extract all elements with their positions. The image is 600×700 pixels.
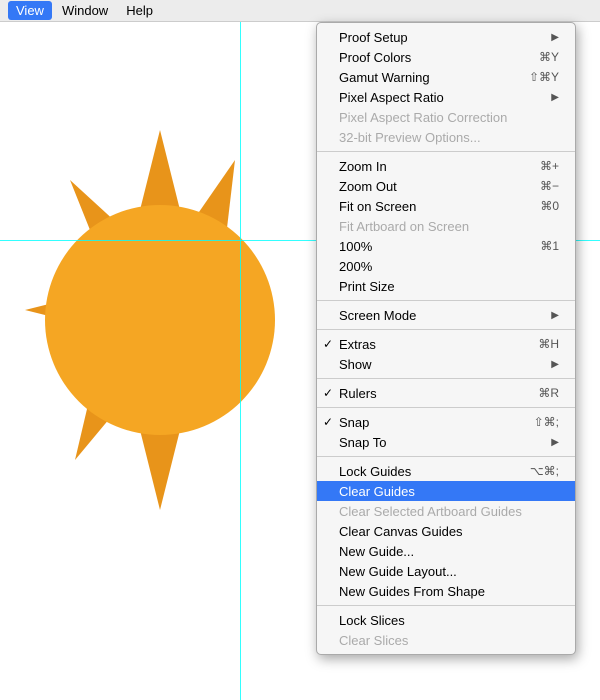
menu-item-fit-artboard-label: Fit Artboard on Screen	[339, 219, 469, 234]
menubar-help[interactable]: Help	[118, 1, 161, 20]
menu-item-lock-slices-label: Lock Slices	[339, 613, 405, 628]
menu-item-fit-artboard: Fit Artboard on Screen	[317, 216, 575, 236]
menu-item-pixel-aspect-ratio-label: Pixel Aspect Ratio	[339, 90, 444, 105]
menu-item-gamut-warning[interactable]: Gamut Warning ⇧⌘Y	[317, 67, 575, 87]
menu-item-show-arrow: ▶	[551, 359, 559, 370]
menu-item-proof-colors-label: Proof Colors	[339, 50, 411, 65]
separator-4	[317, 378, 575, 379]
menubar-window[interactable]: Window	[54, 1, 116, 20]
menu-item-extras[interactable]: Extras ⌘H	[317, 334, 575, 354]
menu-item-32bit-preview-label: 32-bit Preview Options...	[339, 130, 481, 145]
menu-item-show[interactable]: Show ▶	[317, 354, 575, 374]
menu-item-rulers-shortcut: ⌘R	[538, 386, 559, 400]
menu-item-clear-guides[interactable]: Clear Guides	[317, 481, 575, 501]
menu-item-200pct-label: 200%	[339, 259, 372, 274]
separator-5	[317, 407, 575, 408]
menu-item-new-guide-layout-label: New Guide Layout...	[339, 564, 457, 579]
menu-item-clear-selected-artboard-guides-label: Clear Selected Artboard Guides	[339, 504, 522, 519]
separator-6	[317, 456, 575, 457]
menubar-view[interactable]: View	[8, 1, 52, 20]
menu-item-new-guides-from-shape[interactable]: New Guides From Shape	[317, 581, 575, 601]
menu-item-fit-on-screen-label: Fit on Screen	[339, 199, 416, 214]
menu-item-extras-label: Extras	[339, 337, 376, 352]
menu-item-lock-guides[interactable]: Lock Guides ⌥⌘;	[317, 461, 575, 481]
menubar: View Window Help	[0, 0, 600, 22]
menu-item-zoom-out-label: Zoom Out	[339, 179, 397, 194]
menu-item-zoom-in-label: Zoom In	[339, 159, 387, 174]
menu-item-show-label: Show	[339, 357, 372, 372]
menu-item-zoom-in-shortcut: ⌘+	[540, 159, 559, 173]
menu-item-snap-shortcut: ⇧⌘;	[534, 415, 559, 429]
menu-item-clear-selected-artboard-guides: Clear Selected Artboard Guides	[317, 501, 575, 521]
vertical-guide	[240, 22, 241, 700]
menu-item-screen-mode[interactable]: Screen Mode ▶	[317, 305, 575, 325]
menu-item-proof-setup[interactable]: Proof Setup ▶	[317, 27, 575, 47]
separator-7	[317, 605, 575, 606]
menu-item-zoom-in[interactable]: Zoom In ⌘+	[317, 156, 575, 176]
menu-item-lock-guides-label: Lock Guides	[339, 464, 411, 479]
menu-item-rulers[interactable]: Rulers ⌘R	[317, 383, 575, 403]
menu-item-pixel-aspect-ratio-correction-label: Pixel Aspect Ratio Correction	[339, 110, 507, 125]
menu-item-extras-shortcut: ⌘H	[538, 337, 559, 351]
menu-item-fit-on-screen[interactable]: Fit on Screen ⌘0	[317, 196, 575, 216]
separator-3	[317, 329, 575, 330]
menu-item-100pct-shortcut: ⌘1	[540, 239, 559, 253]
view-dropdown-menu: Proof Setup ▶ Proof Colors ⌘Y Gamut Warn…	[316, 22, 576, 655]
separator-2	[317, 300, 575, 301]
menu-item-lock-guides-shortcut: ⌥⌘;	[530, 464, 559, 478]
menu-item-print-size-label: Print Size	[339, 279, 395, 294]
menu-item-rulers-label: Rulers	[339, 386, 377, 401]
menu-item-print-size[interactable]: Print Size	[317, 276, 575, 296]
menu-item-lock-slices[interactable]: Lock Slices	[317, 610, 575, 630]
menu-item-new-guide-label: New Guide...	[339, 544, 414, 559]
menu-item-proof-colors-shortcut: ⌘Y	[539, 50, 559, 64]
menu-item-zoom-out-shortcut: ⌘−	[540, 179, 559, 193]
menu-item-snap-to[interactable]: Snap To ▶	[317, 432, 575, 452]
menu-item-proof-setup-arrow: ▶	[551, 32, 559, 43]
menu-item-snap-to-arrow: ▶	[551, 437, 559, 448]
menu-item-snap-to-label: Snap To	[339, 435, 386, 450]
menu-item-pixel-aspect-ratio-arrow: ▶	[551, 92, 559, 103]
separator-1	[317, 151, 575, 152]
menu-item-snap-label: Snap	[339, 415, 369, 430]
menu-item-clear-slices: Clear Slices	[317, 630, 575, 650]
menu-item-new-guide-layout[interactable]: New Guide Layout...	[317, 561, 575, 581]
menu-item-clear-slices-label: Clear Slices	[339, 633, 408, 648]
menu-item-clear-canvas-guides[interactable]: Clear Canvas Guides	[317, 521, 575, 541]
menu-item-gamut-warning-label: Gamut Warning	[339, 70, 430, 85]
sun-illustration	[0, 60, 320, 680]
menu-item-gamut-warning-shortcut: ⇧⌘Y	[529, 70, 559, 84]
menu-item-zoom-out[interactable]: Zoom Out ⌘−	[317, 176, 575, 196]
menu-item-fit-on-screen-shortcut: ⌘0	[540, 199, 559, 213]
menu-item-new-guides-from-shape-label: New Guides From Shape	[339, 584, 485, 599]
menu-item-snap[interactable]: Snap ⇧⌘;	[317, 412, 575, 432]
menu-item-screen-mode-label: Screen Mode	[339, 308, 416, 323]
menu-item-new-guide[interactable]: New Guide...	[317, 541, 575, 561]
menu-item-proof-colors[interactable]: Proof Colors ⌘Y	[317, 47, 575, 67]
menu-item-pixel-aspect-ratio-correction: Pixel Aspect Ratio Correction	[317, 107, 575, 127]
menu-item-proof-setup-label: Proof Setup	[339, 30, 408, 45]
menu-item-32bit-preview: 32-bit Preview Options...	[317, 127, 575, 147]
sun-svg	[15, 80, 305, 660]
menu-item-clear-canvas-guides-label: Clear Canvas Guides	[339, 524, 463, 539]
menu-item-screen-mode-arrow: ▶	[551, 310, 559, 321]
menu-item-200pct[interactable]: 200%	[317, 256, 575, 276]
menu-item-pixel-aspect-ratio[interactable]: Pixel Aspect Ratio ▶	[317, 87, 575, 107]
menu-item-clear-guides-label: Clear Guides	[339, 484, 415, 499]
menu-item-100pct[interactable]: 100% ⌘1	[317, 236, 575, 256]
menu-item-100pct-label: 100%	[339, 239, 372, 254]
